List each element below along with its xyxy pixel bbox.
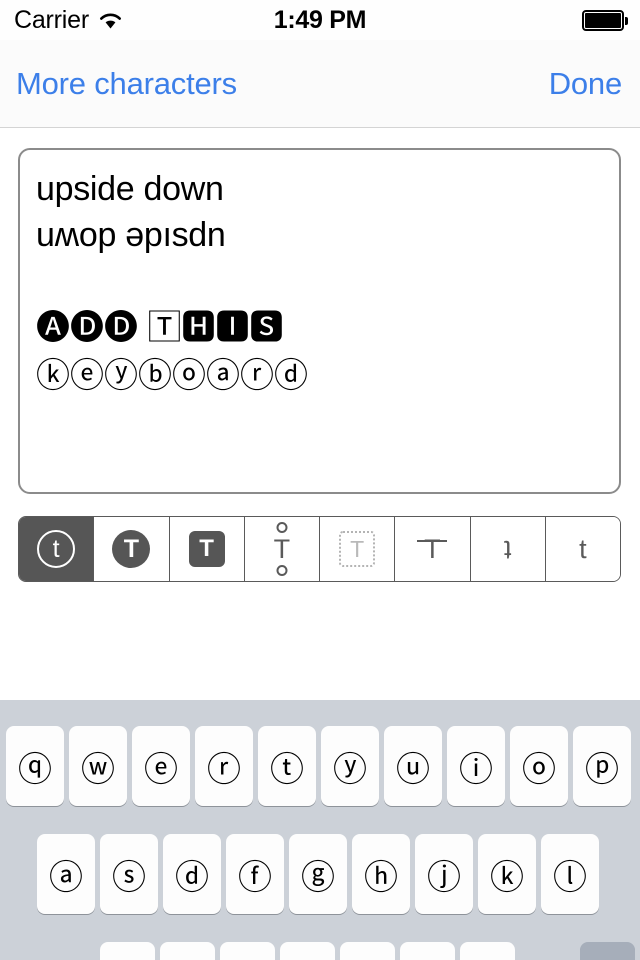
style-segment-circled-filled[interactable]: T — [94, 517, 170, 581]
key-b[interactable] — [340, 942, 395, 960]
key-s[interactable]: ⓢ — [100, 834, 158, 914]
preview-text-field[interactable]: upside down uʍop ǝpısdn 🅐🅓🅓 🅃🅷🅸🆂 ⓚⓔⓨⓑⓞⓐⓡ… — [18, 148, 621, 494]
key-p[interactable]: ⓟ — [573, 726, 631, 806]
style-segment-upside-down[interactable]: t — [470, 517, 546, 581]
key-i[interactable]: ⓘ — [447, 726, 505, 806]
flipped-t-icon: t — [503, 534, 512, 565]
key-r[interactable]: ⓡ — [195, 726, 253, 806]
filled-square-t-icon: T — [188, 531, 225, 567]
style-segment-circled-outline[interactable]: t — [19, 517, 95, 581]
key-c[interactable] — [220, 942, 275, 960]
done-button[interactable]: Done — [549, 40, 623, 128]
navigation-bar: More characters Done — [0, 40, 640, 128]
key-y[interactable]: ⓨ — [321, 726, 379, 806]
backspace-key[interactable] — [580, 942, 635, 960]
style-segment-dotted-box[interactable]: T — [320, 517, 396, 581]
key-t[interactable]: ⓣ — [258, 726, 316, 806]
key-q[interactable]: ⓠ — [6, 726, 64, 806]
style-segmented-control[interactable]: t T T T T T t t — [18, 516, 621, 582]
text-line-plain: upside down — [36, 170, 224, 208]
text-line-keyboard: ⓚⓔⓨⓑⓞⓐⓡⓓ — [36, 357, 308, 395]
app-screen: Carrier 1:49 PM More characters Done ups… — [0, 0, 640, 960]
onscreen-keyboard[interactable]: ⓠ ⓦ ⓔ ⓡ ⓣ ⓨ ⓤ ⓘ ⓞ ⓟ ⓐ ⓢ ⓓ ⓕ ⓖ ⓗ ⓙ ⓚ ⓛ — [0, 700, 640, 960]
more-characters-button[interactable]: More characters — [16, 40, 237, 128]
key-x[interactable] — [160, 942, 215, 960]
dotted-box-t-icon: T — [339, 531, 376, 567]
style-segment-ring-accents[interactable]: T — [244, 517, 320, 581]
battery-full-icon — [582, 9, 628, 31]
status-bar: Carrier 1:49 PM — [0, 0, 640, 40]
clock-label: 1:49 PM — [273, 5, 367, 34]
key-g[interactable]: ⓖ — [289, 834, 347, 914]
keyboard-row-2: ⓐ ⓢ ⓓ ⓕ ⓖ ⓗ ⓙ ⓚ ⓛ — [0, 834, 640, 914]
key-k[interactable]: ⓚ — [478, 834, 536, 914]
key-a[interactable]: ⓐ — [37, 834, 95, 914]
style-segment-overline[interactable]: T — [395, 517, 471, 581]
text-line-add-this: 🅐🅓🅓 🅃🅷🅸🆂 — [36, 309, 284, 347]
text-line-upside-down: uʍop ǝpısdn — [36, 216, 226, 254]
key-u[interactable]: ⓤ — [384, 726, 442, 806]
text-line-blank — [36, 258, 603, 304]
key-l[interactable]: ⓛ — [541, 834, 599, 914]
key-f[interactable]: ⓕ — [226, 834, 284, 914]
plain-t-icon: t — [579, 533, 587, 564]
style-segment-squared-filled[interactable]: T — [169, 517, 245, 581]
key-w[interactable]: ⓦ — [69, 726, 127, 806]
keyboard-row-1: ⓠ ⓦ ⓔ ⓡ ⓣ ⓨ ⓤ ⓘ ⓞ ⓟ — [0, 726, 640, 806]
key-n[interactable] — [400, 942, 455, 960]
key-j[interactable]: ⓙ — [415, 834, 473, 914]
key-v[interactable] — [280, 942, 335, 960]
keyboard-row-3 — [0, 942, 640, 960]
overline-t-icon: T — [412, 529, 452, 569]
key-h[interactable]: ⓗ — [352, 834, 410, 914]
key-e[interactable]: ⓔ — [132, 726, 190, 806]
key-z[interactable] — [100, 942, 155, 960]
style-segment-plain[interactable]: t — [545, 517, 620, 581]
key-o[interactable]: ⓞ — [510, 726, 568, 806]
filled-circle-t-icon: T — [112, 530, 151, 568]
circled-t-icon: t — [37, 530, 76, 568]
key-m[interactable] — [460, 942, 515, 960]
key-d[interactable]: ⓓ — [163, 834, 221, 914]
keyboard-row-3-gap — [520, 942, 575, 960]
status-bar-right — [582, 0, 628, 40]
ring-accent-t-icon: T — [265, 522, 299, 576]
